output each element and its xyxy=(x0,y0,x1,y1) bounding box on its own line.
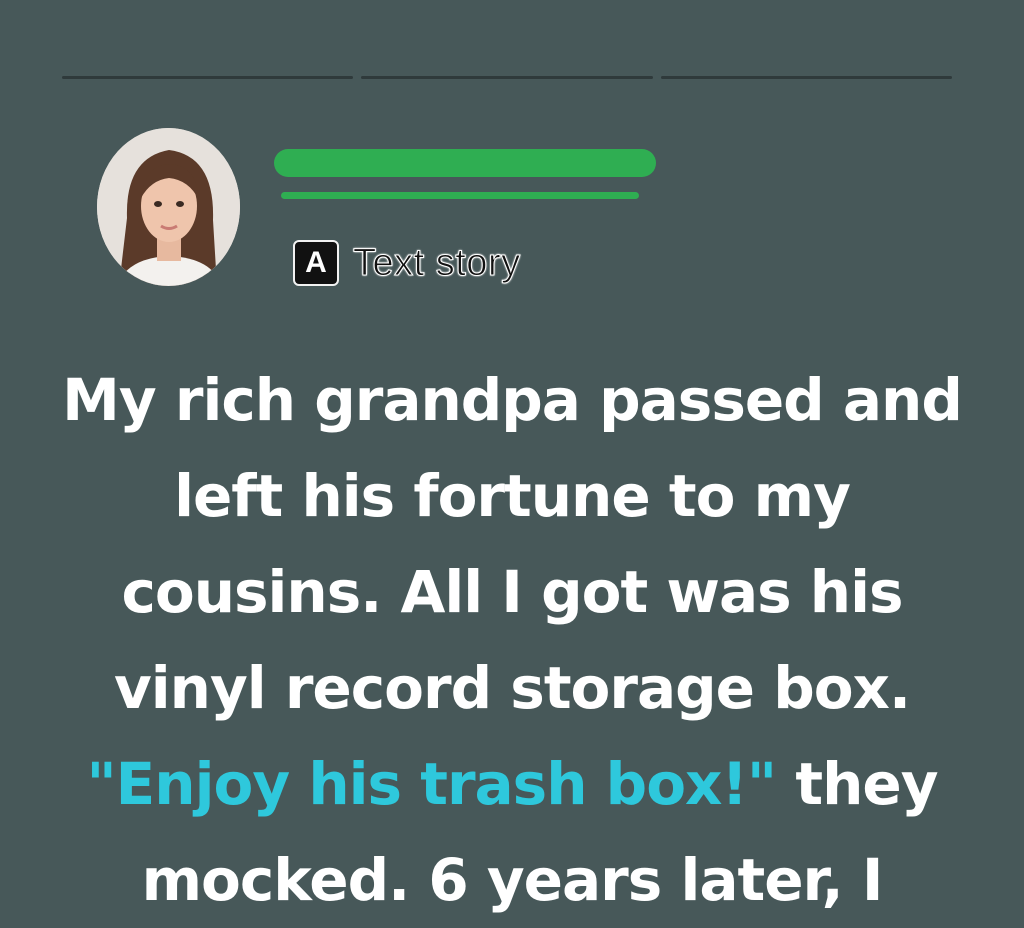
progress-segment xyxy=(660,76,952,79)
story-progress-bar xyxy=(62,76,952,79)
story-type-badge: A Text story xyxy=(293,240,521,286)
username-redaction xyxy=(274,149,656,177)
progress-segment xyxy=(62,76,354,79)
story-text-before: My rich grandpa passed and left his fort… xyxy=(62,366,963,722)
handle-redaction xyxy=(281,192,639,199)
progress-segment xyxy=(361,76,653,79)
story-quote: "Enjoy his trash box!" xyxy=(86,750,777,818)
story-headline: My rich grandpa passed and left his fort… xyxy=(40,352,984,928)
letter-a-icon: A xyxy=(293,240,339,286)
avatar-portrait xyxy=(97,128,240,286)
avatar[interactable] xyxy=(97,128,240,286)
story-type-label: Text story xyxy=(353,241,521,284)
